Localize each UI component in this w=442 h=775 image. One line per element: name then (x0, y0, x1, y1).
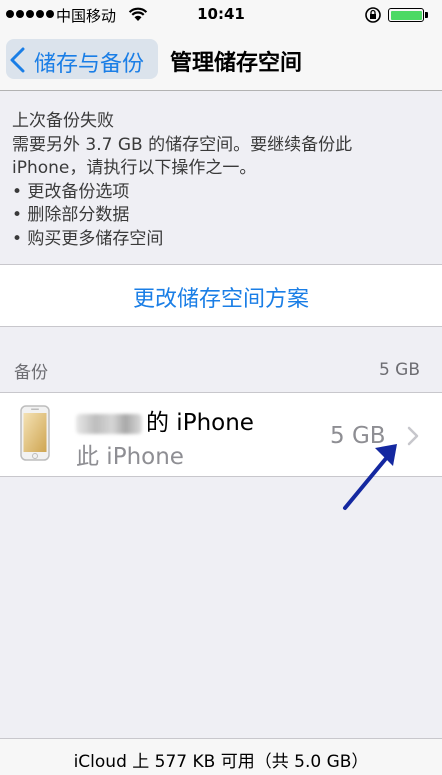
rotation-lock-icon (365, 7, 381, 23)
back-button-label: 储存与备份 (34, 52, 145, 77)
warning-option: • 更改备份选项 (12, 181, 130, 202)
backup-failed-message: 上次备份失败 需要另外 3.7 GB 的储存空间。要继续备份此 iPhone，请… (12, 110, 432, 251)
warning-line: iPhone，请执行以下操作之一。 (12, 158, 257, 178)
warning-title: 上次备份失败 (12, 111, 114, 131)
device-backup-size: 5 GB (330, 423, 386, 449)
storage-footer: iCloud 上 577 KB 可用（共 5.0 GB） (0, 738, 442, 775)
change-storage-plan-label: 更改储存空间方案 (132, 287, 309, 312)
page-title: 管理储存空间 (170, 51, 303, 76)
warning-option: • 购买更多储存空间 (12, 228, 164, 249)
back-button[interactable]: 储存与备份 (6, 39, 158, 79)
chevron-right-icon (407, 426, 419, 446)
icloud-available-storage: iCloud 上 577 KB 可用（共 5.0 GB） (73, 752, 369, 772)
warning-option: • 删除部分数据 (12, 205, 130, 225)
navigation-bar: 储存与备份 管理储存空间 (0, 30, 442, 91)
back-chevron-icon (10, 47, 25, 73)
iphone-device-icon (20, 405, 50, 461)
warning-line: 需要另外 3.7 GB 的储存空间。要继续备份此 (12, 134, 353, 155)
backups-total-size: 5 GB (378, 360, 420, 380)
battery-tip (425, 12, 428, 18)
backup-device-row[interactable]: 的 iPhone 此 iPhone 5 GB (0, 392, 442, 477)
backups-section-header: 备份 (14, 363, 48, 383)
device-subtitle: 此 iPhone (76, 444, 184, 470)
device-name: 的 iPhone (76, 403, 254, 437)
status-bar: 中国移动 10:41 (0, 0, 442, 30)
battery-icon (388, 8, 424, 22)
battery-fill (390, 10, 422, 20)
redacted-owner-name (76, 413, 142, 434)
change-storage-plan-button[interactable]: 更改储存空间方案 (0, 264, 442, 327)
device-name-suffix: 的 iPhone (146, 410, 254, 436)
